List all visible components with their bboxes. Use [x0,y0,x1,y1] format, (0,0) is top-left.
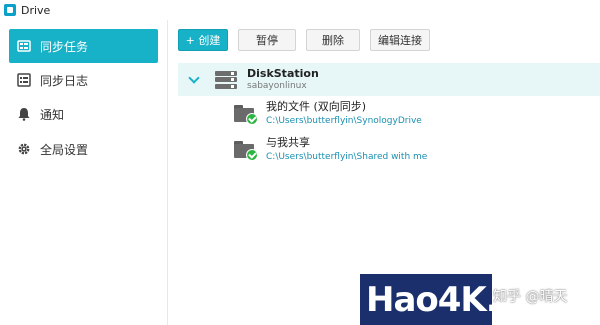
sidebar-item-label: 同步日志 [40,73,89,88]
delete-button[interactable]: 删除 [306,29,360,51]
zhihu-watermark: 知乎 @晴天 [493,289,568,305]
check-icon [246,149,258,161]
server-info: DiskStation sabayonlinux [247,67,319,93]
task-name: 与我共享 [266,136,310,149]
create-button[interactable]: + 创建 [178,29,228,51]
task-name: 我的文件 (双向同步) [266,100,367,113]
server-icon [215,70,237,89]
sync-task-row[interactable]: 我的文件 (双向同步) C:\Users\butterflyin\Synolog… [234,98,594,130]
sidebar-item-sync-tasks[interactable]: 同步任务 [9,29,158,63]
server-user: sabayonlinux [247,80,307,91]
server-name: DiskStation [247,66,319,80]
sidebar-item-global-settings[interactable]: 全局设置 [9,132,158,166]
sidebar-item-notifications[interactable]: 通知 [9,97,158,131]
toolbar: + 创建 暂停 删除 编辑连接 [178,29,440,51]
sidebar-item-label: 同步任务 [40,39,89,54]
task-path-link[interactable]: C:\Users\butterflyin\Shared with me [266,150,427,164]
sidebar-item-sync-log[interactable]: 同步日志 [9,63,158,97]
sidebar: 同步任务 同步日志 通知 全局设置 [0,20,168,325]
drive-app-icon [4,4,16,16]
task-path-link[interactable]: C:\Users\butterflyin\SynologyDrive [266,114,422,128]
chevron-down-icon[interactable] [188,71,200,84]
sidebar-item-label: 全局设置 [40,142,89,157]
server-row[interactable]: DiskStation sabayonlinux [178,63,600,96]
folder-icon [234,103,258,125]
sync-task-icon [17,39,31,53]
pause-button[interactable]: 暂停 [238,29,296,51]
sync-task-row[interactable]: 与我共享 C:\Users\butterflyin\Shared with me [234,134,594,166]
folder-icon [234,139,258,161]
check-icon [246,113,258,125]
window-title: Drive [21,3,51,17]
title-bar: Drive [0,0,600,20]
edit-connection-button[interactable]: 编辑连接 [370,29,430,51]
sidebar-item-label: 通知 [40,107,65,122]
gear-icon [17,142,31,156]
sync-log-icon [17,73,31,87]
bell-icon [17,107,31,121]
